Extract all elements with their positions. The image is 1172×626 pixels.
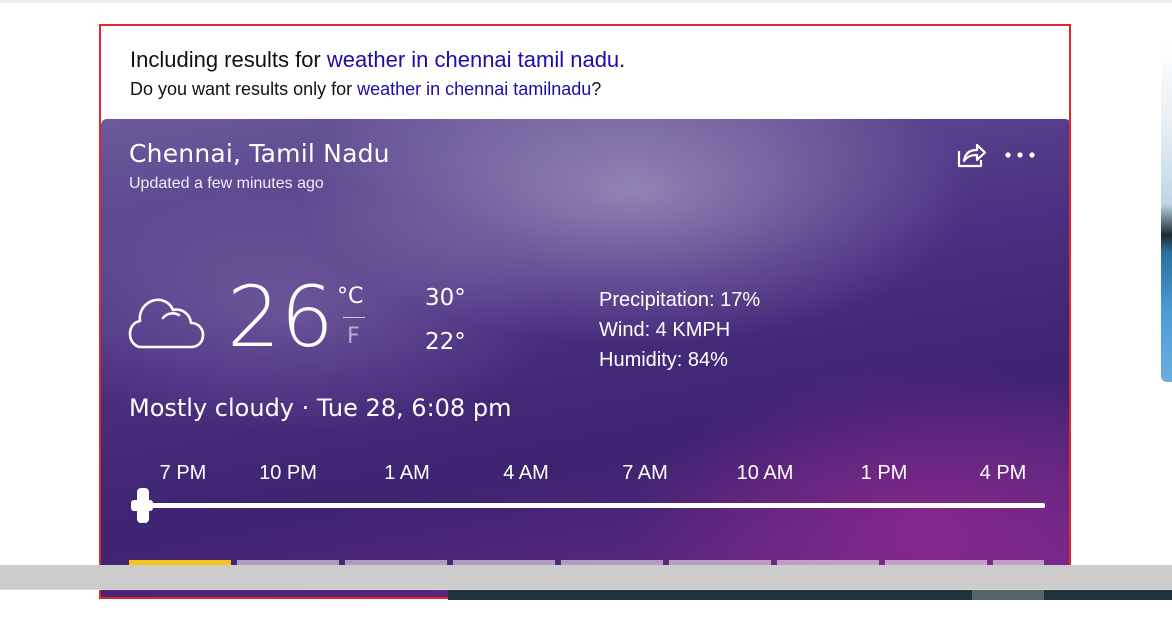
top-strip bbox=[0, 0, 1172, 3]
bottom-dark-bar bbox=[448, 590, 1172, 600]
horizontal-scrollbar[interactable] bbox=[0, 565, 1172, 589]
right-preview-image[interactable] bbox=[1161, 40, 1172, 382]
highlight-box bbox=[99, 24, 1071, 599]
bottom-bar-thumb[interactable] bbox=[972, 590, 1044, 600]
